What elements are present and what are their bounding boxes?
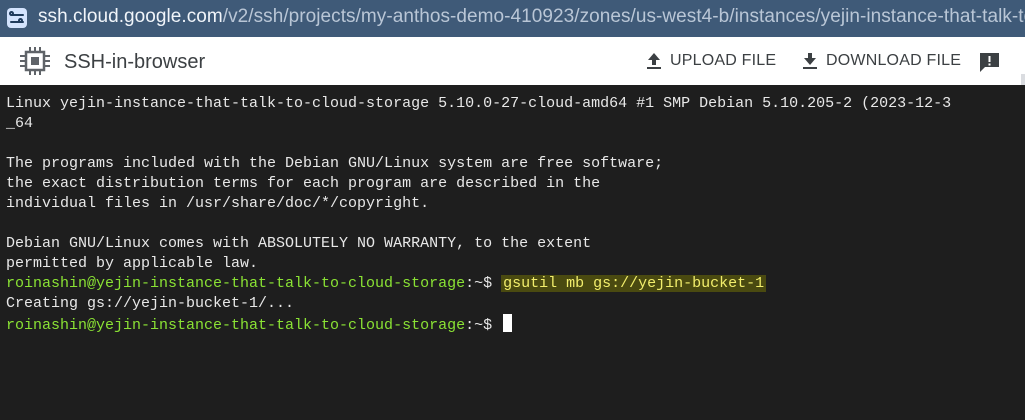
terminal-line: permitted by applicable law. bbox=[6, 255, 259, 272]
prompt-user: roinashin@yejin-instance-that-talk-to-cl… bbox=[6, 317, 466, 334]
app-title: SSH-in-browser bbox=[64, 51, 206, 73]
download-file-button[interactable]: DOWNLOAD FILE bbox=[802, 48, 961, 74]
upload-icon bbox=[647, 53, 661, 69]
terminal-cursor[interactable] bbox=[503, 314, 513, 332]
compute-engine-chip-icon bbox=[20, 47, 50, 75]
url-text[interactable]: ssh.cloud.google.com/v2/ssh/projects/my-… bbox=[38, 6, 1025, 28]
download-file-label: DOWNLOAD FILE bbox=[826, 52, 962, 69]
url-host: ssh.cloud.google.com bbox=[38, 6, 223, 27]
prompt-user: roinashin@yejin-instance-that-talk-to-cl… bbox=[6, 275, 466, 292]
feedback-icon[interactable] bbox=[978, 52, 1001, 73]
ssh-toolbar: SSH-in-browser UPLOAD FILE DOWNLOAD FILE bbox=[0, 37, 1025, 122]
terminal-line: individual files in /usr/share/doc/*/cop… bbox=[6, 195, 430, 212]
browser-address-bar[interactable]: ssh.cloud.google.com/v2/ssh/projects/my-… bbox=[0, 0, 1025, 37]
terminal-line: the exact distribution terms for each pr… bbox=[6, 175, 601, 192]
terminal-line: The programs included with the Debian GN… bbox=[6, 155, 664, 172]
highlighted-command: gsutil mb gs://yejin-bucket-1 bbox=[501, 275, 767, 292]
terminal[interactable]: Linux yejin-instance-that-talk-to-cloud-… bbox=[0, 85, 1025, 420]
command-line: roinashin@yejin-instance-that-talk-to-cl… bbox=[6, 274, 1025, 294]
prompt-suffix: :~$ bbox=[465, 275, 502, 292]
terminal-line: _64 bbox=[6, 115, 34, 132]
command-output: Creating gs://yejin-bucket-1/... bbox=[6, 295, 295, 312]
active-prompt-line: roinashin@yejin-instance-that-talk-to-cl… bbox=[6, 314, 1025, 334]
terminal-line: Linux yejin-instance-that-talk-to-cloud-… bbox=[6, 95, 952, 112]
prompt-suffix: :~$ bbox=[465, 317, 502, 334]
url-path: /v2/ssh/projects/my-anthos-demo-410923/z… bbox=[222, 6, 1025, 27]
terminal-line: Debian GNU/Linux comes with ABSOLUTELY N… bbox=[6, 235, 592, 252]
upload-file-button[interactable]: UPLOAD FILE bbox=[646, 48, 776, 74]
download-icon bbox=[803, 53, 817, 69]
site-settings-icon[interactable] bbox=[7, 8, 27, 28]
upload-file-label: UPLOAD FILE bbox=[670, 52, 777, 69]
